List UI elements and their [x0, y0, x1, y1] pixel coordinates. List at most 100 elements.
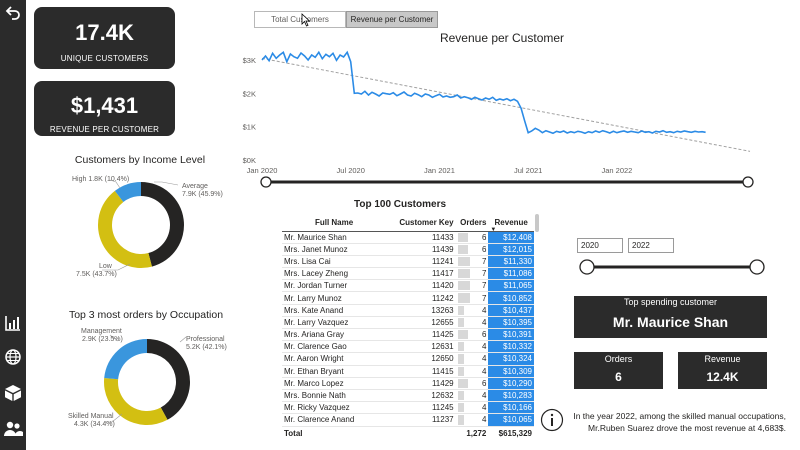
table-row[interactable]: Mr. Ricky Vazquez 11245 4 $10,166 [282, 401, 534, 415]
orders-bar [457, 317, 465, 327]
orders-bar [457, 415, 465, 425]
col-orders[interactable]: Orders [455, 214, 489, 232]
table-row[interactable]: Mrs. Bonnie Nath 12632 4 $10,283 [282, 389, 534, 403]
date-from-input[interactable]: 2020 [577, 238, 623, 253]
date-to-input[interactable]: 2022 [628, 238, 674, 253]
donut-slice-professional[interactable] [147, 339, 190, 420]
cell-orders: 6 [455, 243, 489, 256]
x-tick-label: Jan 2021 [424, 166, 455, 175]
cell-orders-value: 4 [481, 415, 487, 425]
table-row[interactable]: Mr. Larry Munoz 11242 7 $10,852 [282, 291, 534, 305]
year-range-end-handle[interactable] [749, 259, 765, 275]
table-row[interactable]: Mrs. Janet Munoz 11439 6 $12,015 [282, 243, 534, 256]
cell-revenue: $10,437 [488, 304, 534, 317]
table-row[interactable]: Mr. Aaron Wright 12650 4 $10,324 [282, 352, 534, 366]
cell-orders-value: 6 [481, 244, 487, 254]
cell-orders-value: 7 [481, 281, 487, 291]
cell-customer-key: 12631 [386, 340, 456, 354]
cell-full-name: Mrs. Janet Munoz [282, 243, 387, 256]
year-range-slider[interactable] [578, 257, 768, 277]
donut-slice-management[interactable] [104, 339, 147, 380]
y-tick-label: $1K [243, 123, 256, 132]
chart-range-end-handle[interactable] [742, 176, 754, 188]
cell-customer-key: 11242 [386, 291, 456, 305]
orders-bar [457, 390, 465, 401]
cell-orders-value: 7 [481, 256, 487, 266]
income-low-name: Low [99, 263, 112, 270]
table-row[interactable]: Mr. Clarence Gao 12631 4 $10,332 [282, 340, 534, 354]
cell-orders: 6 [455, 377, 489, 390]
y-tick-label: $2K [243, 89, 256, 98]
tab-revenue-per-customer[interactable]: Revenue per Customer [346, 11, 438, 28]
cell-orders-value: 6 [481, 232, 487, 242]
people-icon[interactable] [2, 418, 24, 440]
table-scrollbar[interactable] [535, 214, 539, 232]
table-row[interactable]: Mr. Maurice Shan 11433 6 $12,408 [282, 231, 534, 244]
bar-chart-icon[interactable] [2, 312, 24, 334]
x-tick-label: Jul 2020 [337, 166, 365, 175]
cell-full-name: Mr. Aaron Wright [282, 352, 387, 366]
cell-customer-key: 11237 [386, 413, 456, 427]
cell-orders: 4 [455, 401, 489, 415]
occupation-donut-title: Top 3 most orders by Occupation [68, 309, 224, 321]
cell-full-name: Mr. Ricky Vazquez [282, 401, 387, 415]
occupation-skilled-value: 4.3K (34.4%) [74, 421, 115, 428]
total-revenue: $615,329 [488, 425, 534, 440]
col-revenue[interactable]: Revenue ▼ [488, 214, 534, 233]
year-range-start-handle[interactable] [579, 259, 595, 275]
nav-rail [0, 0, 26, 450]
cell-customer-key: 13263 [386, 304, 456, 317]
occupation-skilled-name: Skilled Manual [68, 413, 114, 420]
cell-orders: 7 [455, 291, 489, 305]
income-low-value: 7.5K (43.7%) [76, 271, 117, 278]
cell-orders: 6 [455, 328, 489, 342]
back-arrow-icon[interactable] [2, 2, 24, 24]
table-title: Top 100 Customers [353, 199, 447, 210]
chart-range-slider[interactable] [258, 175, 758, 189]
table-row[interactable]: Mr. Larry Vazquez 12655 4 $10,395 [282, 316, 534, 330]
donut-slice-low[interactable] [98, 190, 152, 268]
x-tick-label: Jul 2021 [514, 166, 542, 175]
top-customer-heading: Top spending customer [623, 297, 718, 307]
orders-bar [457, 269, 470, 279]
col-customer-key[interactable]: Customer Key [386, 214, 456, 232]
chart-range-start-handle[interactable] [260, 176, 272, 188]
cell-orders: 7 [455, 279, 489, 293]
cell-full-name: Mr. Larry Munoz [282, 291, 387, 305]
cell-revenue: $10,065 [488, 413, 534, 427]
table-row[interactable]: Mr. Jordan Turner 11420 7 $11,065 [282, 279, 534, 293]
globe-icon[interactable] [2, 346, 24, 368]
insight-line-1: In the year 2022, among the skilled manu… [573, 411, 786, 421]
x-tick-label: Jan 2022 [601, 166, 632, 175]
cell-revenue: $10,852 [488, 291, 534, 305]
cell-full-name: Mrs. Kate Anand [282, 304, 387, 317]
occupation-donut-chart [104, 334, 190, 425]
table-row[interactable]: Mrs. Kate Anand 13263 4 $10,437 [282, 304, 534, 317]
table-row[interactable]: Mr. Clarence Anand 11237 4 $10,065 [282, 413, 534, 427]
cell-customer-key: 11415 [386, 365, 456, 378]
insight-line-2: Mr.Ruben Suarez drove the most revenue a… [588, 423, 786, 433]
y-tick-label: $0K [243, 156, 256, 165]
y-tick-label: $3K [243, 56, 256, 65]
cell-customer-key: 12632 [386, 389, 456, 403]
orders-bar [457, 354, 465, 364]
income-average-value: 7.9K (45.9%) [182, 191, 223, 198]
col-revenue-label: Revenue [494, 217, 528, 227]
table-row[interactable]: Mrs. Ariana Gray 11425 6 $10,391 [282, 328, 534, 342]
table-row[interactable]: Mrs. Lisa Cai 11241 7 $11,330 [282, 255, 534, 269]
cell-revenue: $10,283 [488, 389, 534, 403]
table-row[interactable]: Mr. Ethan Bryant 11415 4 $10,309 [282, 365, 534, 378]
tab-total-customers[interactable]: Total Customers [254, 11, 346, 28]
insight-text: In the year 2022, among the skilled manu… [566, 410, 786, 434]
cell-full-name: Mr. Larry Vazquez [282, 316, 387, 330]
table-row[interactable]: Mrs. Lacey Zheng 11417 7 $11,086 [282, 267, 534, 281]
orders-bar [457, 403, 465, 413]
cell-customer-key: 11425 [386, 328, 456, 342]
col-full-name[interactable]: Full Name [282, 214, 387, 232]
boxes-icon[interactable] [2, 382, 24, 404]
unique-customers-label: UNIQUE CUSTOMERS [60, 54, 149, 63]
top-customer-orders-card: Orders 6 [574, 352, 663, 389]
table-row[interactable]: Mr. Marco Lopez 11429 6 $10,290 [282, 377, 534, 390]
occupation-management-name: Management [81, 328, 122, 335]
cell-customer-key: 11439 [386, 243, 456, 256]
